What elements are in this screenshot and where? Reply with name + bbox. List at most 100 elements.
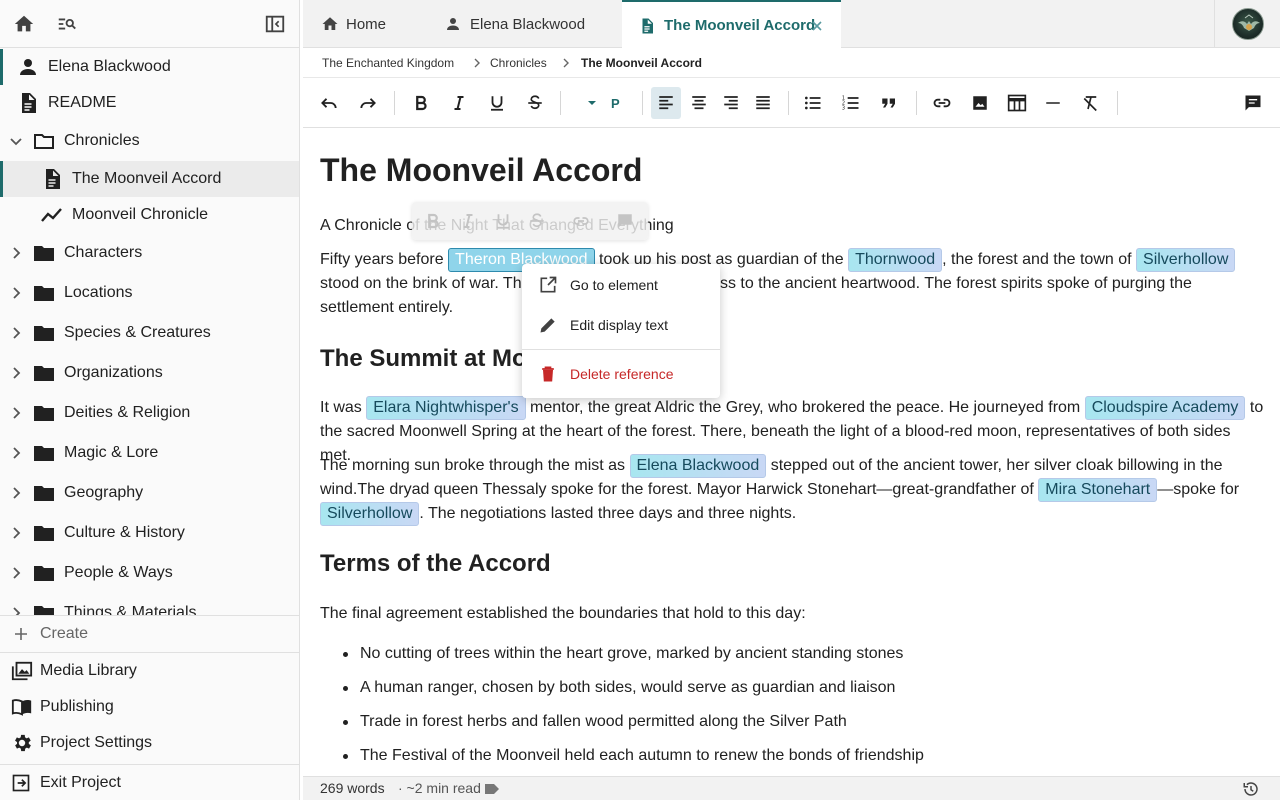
chevron-down-icon[interactable]: [8, 133, 24, 149]
tree-item-chronicles[interactable]: Chronicles: [0, 123, 299, 159]
link-icon[interactable]: [572, 212, 590, 230]
underline-button[interactable]: [482, 87, 512, 119]
entity-reference[interactable]: Mira Stonehart: [1038, 478, 1158, 502]
publishing-button[interactable]: Publishing: [0, 689, 299, 725]
document-icon: [642, 18, 653, 33]
collapse-sidebar-button[interactable]: [261, 10, 289, 38]
edit-display-text-menu-item[interactable]: Edit display text: [522, 306, 720, 344]
chevron-right-icon[interactable]: [8, 605, 24, 615]
tree-item-species-creatures[interactable]: Species & Creatures: [0, 315, 299, 351]
bold-icon: [416, 95, 427, 111]
history-icon[interactable]: [1242, 780, 1260, 798]
bold-button[interactable]: [406, 87, 436, 119]
list-item: No cutting of trees within the heart gro…: [342, 642, 903, 666]
search-tree-button[interactable]: [53, 10, 81, 38]
chevron-right-icon[interactable]: [8, 525, 24, 541]
folder-icon: [34, 286, 54, 301]
media-library-button[interactable]: Media Library: [0, 653, 299, 689]
entity-reference[interactable]: Elena Blackwood: [629, 454, 767, 478]
tree-item-moonveil-accord[interactable]: The Moonveil Accord: [0, 161, 299, 197]
status-bar: 269 words · ~2 min read: [303, 776, 1280, 800]
avatar[interactable]: [1231, 8, 1264, 40]
chevron-right-icon[interactable]: [8, 485, 24, 501]
underline-icon[interactable]: [494, 212, 512, 230]
tree-item-elena-blackwood[interactable]: Elena Blackwood: [0, 49, 299, 85]
home-button[interactable]: [10, 10, 38, 38]
entity-reference[interactable]: Elara Nightwhisper's: [366, 396, 526, 420]
table-button[interactable]: [1002, 87, 1032, 119]
quote-button[interactable]: [874, 87, 904, 119]
align-right-button[interactable]: [716, 87, 746, 119]
tree-item-label: Elena Blackwood: [48, 58, 171, 75]
comment-icon[interactable]: [616, 212, 634, 230]
tree-item-deities-religion[interactable]: Deities & Religion: [0, 395, 299, 431]
tree-item-characters[interactable]: Characters: [0, 235, 299, 271]
chevron-right-icon[interactable]: [8, 245, 24, 261]
go-to-element-menu-item[interactable]: Go to element: [522, 266, 720, 304]
delete-reference-menu-item[interactable]: Delete reference: [522, 355, 720, 393]
tree-item-locations[interactable]: Locations: [0, 275, 299, 311]
horizontal-rule-button[interactable]: [1038, 87, 1068, 119]
undo-button[interactable]: [314, 87, 344, 119]
tab-moonveil-accord[interactable]: The Moonveil Accord: [622, 0, 841, 49]
publishing-label: Publishing: [40, 698, 114, 715]
tab-home[interactable]: Home: [303, 0, 409, 48]
italic-button[interactable]: [444, 87, 474, 119]
strikethrough-button[interactable]: [520, 87, 550, 119]
folder-icon: [34, 566, 54, 581]
exit-project-button[interactable]: Exit Project: [0, 765, 299, 800]
folder-icon: [34, 246, 54, 261]
numbered-list-button[interactable]: 123: [836, 87, 866, 119]
entity-reference[interactable]: Cloudspire Academy: [1084, 396, 1246, 420]
entity-reference[interactable]: Silverhollow: [320, 502, 420, 526]
paragraph-style-select[interactable]: P: [587, 93, 620, 113]
text: , the forest and the town of: [942, 251, 1137, 268]
tree-item-geography[interactable]: Geography: [0, 475, 299, 511]
chevron-right-icon[interactable]: [8, 365, 24, 381]
tree-item-culture-history[interactable]: Culture & History: [0, 515, 299, 551]
chevron-right-icon[interactable]: [8, 405, 24, 421]
project-settings-button[interactable]: Project Settings: [0, 725, 299, 761]
chevron-right-icon[interactable]: [8, 325, 24, 341]
strikethrough-icon[interactable]: [528, 212, 546, 230]
bold-icon[interactable]: [424, 212, 442, 230]
person-icon: [447, 18, 459, 30]
breadcrumb-item[interactable]: The Enchanted Kingdom: [322, 56, 454, 70]
tree-item-things-materials[interactable]: Things & Materials: [0, 595, 299, 615]
chevron-right-icon[interactable]: [8, 445, 24, 461]
toolbar-divider: [560, 91, 561, 115]
align-center-button[interactable]: [684, 87, 714, 119]
tree-item-label: Locations: [64, 284, 133, 301]
list-item: Trade in forest herbs and fallen wood pe…: [343, 710, 847, 734]
align-left-button[interactable]: [651, 87, 681, 119]
redo-icon: [360, 98, 376, 109]
italic-icon[interactable]: [459, 212, 477, 230]
entity-reference[interactable]: Thornwood: [848, 248, 943, 272]
redo-button[interactable]: [353, 87, 383, 119]
undo-icon: [321, 98, 337, 109]
menu-item-label: Edit display text: [570, 317, 669, 333]
tag-icon[interactable]: [485, 783, 499, 795]
tree-item-moonveil-chronicle[interactable]: Moonveil Chronicle: [0, 197, 299, 233]
tree-item-readme[interactable]: README: [0, 85, 299, 121]
create-button[interactable]: Create: [0, 616, 299, 652]
align-justify-button[interactable]: [748, 87, 778, 119]
tree-item-people-ways[interactable]: People & Ways: [0, 555, 299, 591]
comments-button[interactable]: [1238, 87, 1268, 119]
tree-item-magic-lore[interactable]: Magic & Lore: [0, 435, 299, 471]
tree-item-organizations[interactable]: Organizations: [0, 355, 299, 391]
chevron-right-icon[interactable]: [8, 285, 24, 301]
image-button[interactable]: [965, 87, 995, 119]
close-icon[interactable]: [810, 19, 824, 33]
breadcrumb-item[interactable]: Chronicles: [490, 56, 547, 70]
entity-reference[interactable]: Silverhollow: [1136, 248, 1236, 272]
chevron-right-icon[interactable]: [8, 565, 24, 581]
clear-format-button[interactable]: [1076, 87, 1106, 119]
link-button[interactable]: [927, 87, 957, 119]
link-icon: [933, 98, 951, 108]
section-heading: Terms of the Accord: [320, 550, 551, 577]
tab-elena-blackwood[interactable]: Elena Blackwood: [428, 0, 618, 48]
user-menu[interactable]: [1214, 0, 1280, 48]
horizontal-rule-icon: [1046, 102, 1060, 104]
bullet-list-button[interactable]: [798, 87, 828, 119]
